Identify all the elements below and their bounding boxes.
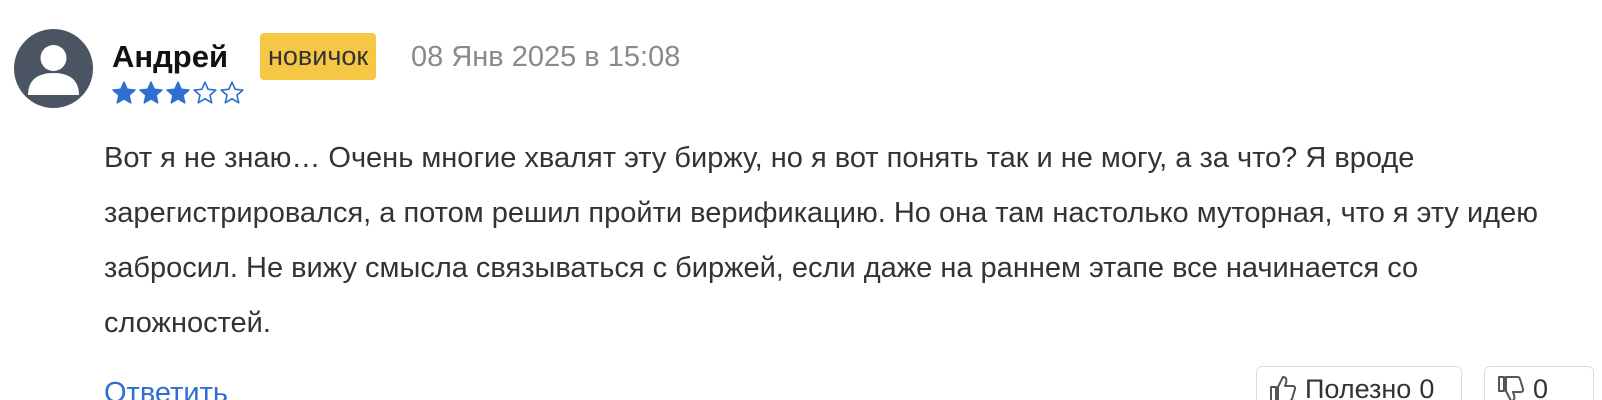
star-empty-icon: [192, 80, 218, 106]
helpful-label: Полезно: [1305, 373, 1412, 400]
user-silhouette-icon: [28, 45, 79, 95]
unhelpful-button[interactable]: 0: [1484, 366, 1594, 400]
thumbs-up-icon: [1267, 374, 1297, 400]
helpful-count: 0: [1419, 373, 1435, 400]
user-rank-badge: новичок: [260, 33, 377, 80]
helpful-button[interactable]: Полезно 0: [1256, 366, 1462, 400]
comment-date: 08 Янв 2025 в 15:08: [411, 41, 681, 73]
star-filled-icon: [111, 80, 137, 106]
star-empty-icon: [219, 80, 245, 106]
comment-card: Андрей новичок 08 Янв 2025 в 15:08 Вот я…: [0, 0, 1602, 400]
thumbs-down-icon: [1495, 374, 1525, 400]
unhelpful-count: 0: [1533, 373, 1549, 400]
author-name[interactable]: Андрей: [112, 38, 228, 76]
avatar[interactable]: [14, 29, 93, 108]
star-filled-icon: [138, 80, 164, 106]
star-filled-icon: [165, 80, 191, 106]
rating-stars: [111, 80, 245, 106]
reply-link[interactable]: Ответить: [104, 374, 228, 400]
comment-text: Вот я не знаю… Очень многие хвалят эту б…: [104, 142, 1538, 339]
